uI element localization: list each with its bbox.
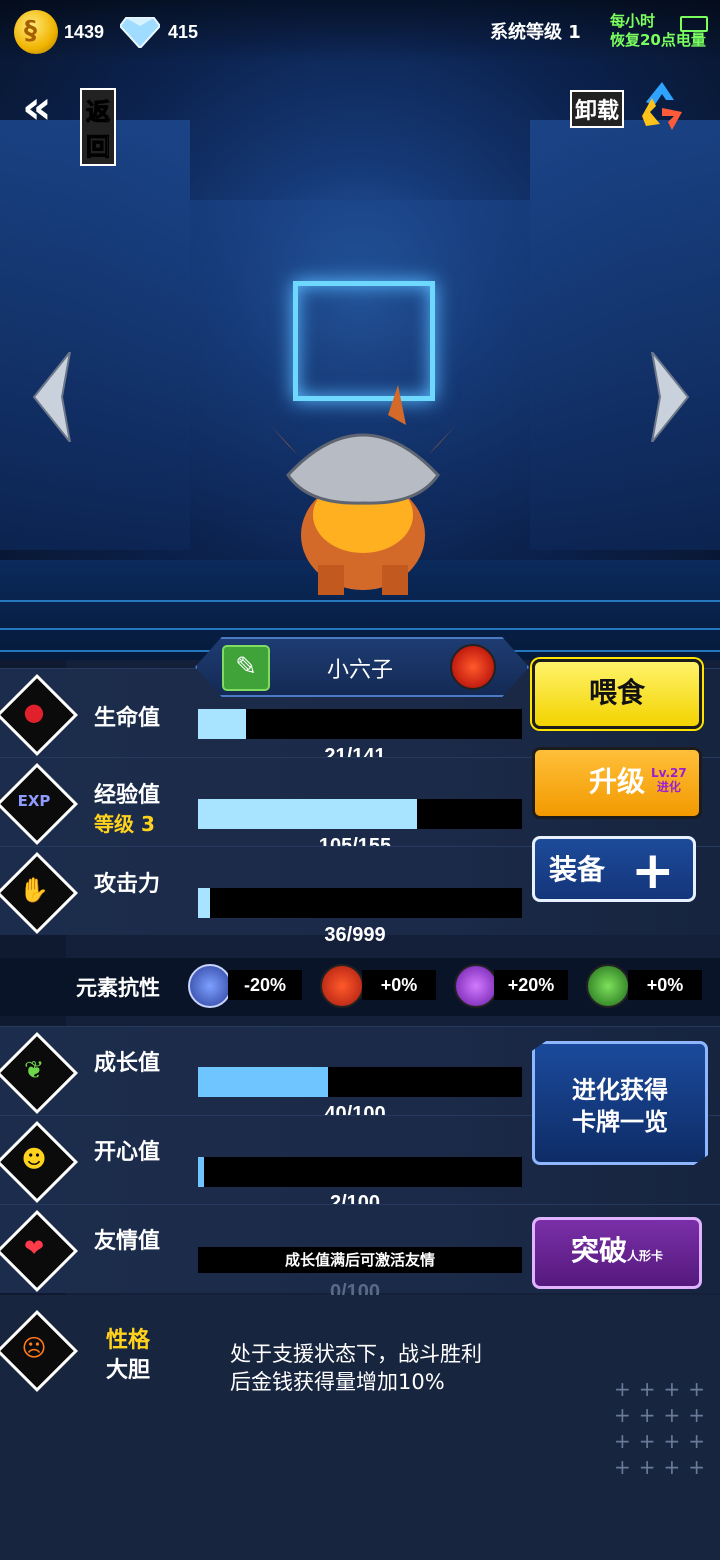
upgrade-tag: Lv.27 进化 — [651, 766, 687, 794]
growth-bar — [198, 1067, 522, 1097]
next-pet-arrow-icon[interactable] — [648, 352, 692, 442]
upgrade-evo: 进化 — [656, 780, 681, 794]
exp-label: 经验值 — [94, 783, 161, 808]
claw-icon: ✋ — [19, 876, 49, 904]
hp-bar — [198, 709, 522, 739]
thunder-resistance: +20% — [494, 970, 568, 1000]
personality-description: 处于支援状态下，战斗胜利 后金钱获得量增加10% — [230, 1340, 530, 1396]
upgrade-label: 升级 — [588, 765, 645, 798]
breakthrough-label: 突破 — [570, 1234, 627, 1267]
unload-button[interactable]: 卸载 — [570, 90, 625, 128]
growth-label: 成长值 — [94, 1051, 161, 1076]
decorative-plus-grid: ++++ ++++ ++++ ++++ — [614, 1377, 714, 1479]
diamond-icon — [120, 17, 160, 48]
happy-bar-fill — [198, 1157, 205, 1187]
fire-resistance: +0% — [362, 970, 436, 1000]
floor-grid-line — [0, 628, 720, 630]
friend-note: 成长值满后可激活友情 — [284, 1251, 435, 1269]
upgrade-lv: Lv.27 — [651, 766, 687, 780]
equip-label: 装备 — [549, 853, 606, 886]
recycle-icon[interactable] — [632, 76, 692, 136]
happy-bar — [198, 1157, 522, 1187]
system-level: 系统等级 1 — [490, 22, 581, 43]
growth-bar-fill — [198, 1067, 328, 1097]
battery-icon — [680, 16, 708, 32]
right-wall — [530, 120, 720, 550]
happy-label: 开心值 — [94, 1140, 161, 1165]
personality-title: 性格 — [106, 1328, 151, 1353]
evo-line2: 卡牌一览 — [572, 1108, 668, 1136]
fire-element-icon — [320, 964, 364, 1008]
personality-desc-line1: 处于支援状态下，战斗胜利 — [230, 1342, 482, 1366]
glowing-portal — [293, 281, 435, 401]
breakthrough-sub: 人形卡 — [627, 1249, 664, 1263]
pet-monster-image — [270, 385, 456, 595]
coin-count: 1439 — [64, 22, 105, 42]
heart-icon: ❤ — [23, 1234, 45, 1262]
back-chevron-icon: « — [22, 80, 51, 134]
poison-resistance: +0% — [628, 970, 702, 1000]
fire-element-icon — [450, 644, 496, 690]
breakthrough-button[interactable]: 突破人形卡 — [532, 1217, 702, 1289]
poison-element-icon — [586, 964, 630, 1008]
pet-name: 小六子 — [326, 658, 393, 683]
back-label: 返回 — [80, 88, 116, 166]
rename-pencil-icon[interactable]: ✎ — [222, 645, 270, 691]
coin-icon: § — [14, 10, 58, 54]
evo-line1: 进化获得 — [572, 1076, 668, 1104]
smiley-icon: ☻ — [21, 1145, 47, 1173]
hp-label: 生命值 — [94, 706, 161, 731]
hp-bar-fill — [198, 709, 247, 739]
atk-bar — [198, 888, 522, 918]
atk-bar-fill — [198, 888, 210, 918]
personality-desc-line2: 后金钱获得量增加10% — [230, 1370, 445, 1394]
atk-value: 36/999 — [324, 924, 386, 946]
evolution-cards-button[interactable]: 进化获得 卡牌一览 — [532, 1041, 708, 1165]
exp-bar — [198, 799, 522, 829]
angry-face-icon: ☹ — [21, 1334, 47, 1362]
friend-bar: 成长值满后可激活友情 — [198, 1247, 522, 1273]
gem-count: 415 — [168, 22, 199, 42]
plus-icon: + — [631, 841, 675, 901]
friend-label: 友情值 — [94, 1229, 161, 1254]
equip-button[interactable]: 装备 + — [532, 836, 696, 902]
feed-label: 喂食 — [588, 676, 645, 709]
exp-bar-fill — [198, 799, 418, 829]
blood-drop-icon: ● — [23, 698, 45, 726]
sprout-icon: ❦ — [23, 1056, 45, 1084]
exp-icon: EXP — [17, 792, 51, 810]
element-resistance-title: 元素抗性 — [76, 976, 160, 1000]
light-resistance: -20% — [228, 970, 302, 1000]
pet-level: 等级 3 — [94, 812, 155, 836]
previous-pet-arrow-icon[interactable] — [30, 352, 74, 442]
atk-label: 攻击力 — [94, 872, 161, 897]
thunder-element-icon — [454, 964, 498, 1008]
energy-line2: 恢复20点电量 — [610, 31, 706, 49]
personality-value: 大胆 — [106, 1358, 151, 1383]
light-element-icon — [188, 964, 232, 1008]
feed-button[interactable]: 喂食 — [532, 659, 702, 729]
left-wall — [0, 120, 190, 550]
upgrade-button[interactable]: 升级 Lv.27 进化 — [532, 747, 702, 819]
